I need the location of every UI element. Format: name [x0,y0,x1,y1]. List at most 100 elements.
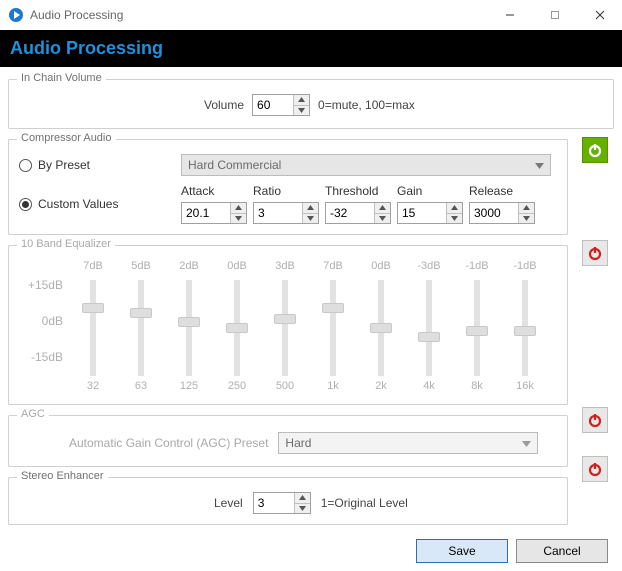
eq-slider-thumb[interactable] [418,332,440,342]
eq-band-4k: -3dB 4k [405,260,453,394]
minimize-button[interactable] [487,0,532,30]
gain-up[interactable] [447,203,462,214]
attack-input[interactable] [181,202,247,224]
group-volume-title: In Chain Volume [17,72,106,84]
eq-slider-thumb[interactable] [178,317,200,327]
gain-input[interactable] [397,202,463,224]
eq-band-freq: 8k [471,380,483,394]
eq-slider[interactable] [330,280,336,376]
ratio-input[interactable] [253,202,319,224]
window-title: Audio Processing [30,8,487,22]
eq-slider[interactable] [90,280,96,376]
radio-by-preset-label: By Preset [38,158,90,172]
enhancer-input[interactable] [253,492,311,514]
eq-band-db: 0dB [371,260,391,276]
eq-band-db: 2dB [179,260,199,276]
eq-band-1k: 7dB 1k [309,260,357,394]
enhancer-up[interactable] [295,493,310,504]
eq-bands: 7dB325dB632dB1250dB2503dB5007dB1k0dB2k-3… [69,260,549,394]
eq-band-db: 5dB [131,260,151,276]
gain-down[interactable] [447,214,462,224]
preset-dropdown[interactable]: Hard Commercial [181,154,551,176]
threshold-up[interactable] [375,203,390,214]
compressor-power-toggle[interactable] [582,137,608,163]
eq-slider[interactable] [378,280,384,376]
threshold-down[interactable] [375,214,390,224]
eq-slider[interactable] [522,280,528,376]
enhancer-power-toggle[interactable] [582,456,608,482]
page-title: Audio Processing [0,30,622,67]
titlebar: Audio Processing [0,0,622,30]
agc-preset-value: Hard [285,436,311,450]
eq-slider-thumb[interactable] [370,323,392,333]
eq-slider[interactable] [186,280,192,376]
save-button[interactable]: Save [416,539,508,563]
agc-power-toggle[interactable] [582,407,608,433]
eq-band-freq: 63 [135,380,147,394]
volume-input[interactable] [252,94,310,116]
maximize-button[interactable] [532,0,577,30]
eq-y-labels: +15dB 0dB -15dB [19,260,69,380]
eq-band-db: -3dB [417,260,440,276]
release-down[interactable] [519,214,534,224]
eq-band-500: 3dB500 [261,260,309,394]
group-compressor-title: Compressor Audio [17,132,116,144]
eq-slider[interactable] [426,280,432,376]
eq-slider[interactable] [282,280,288,376]
eq-slider-thumb[interactable] [226,323,248,333]
attack-up[interactable] [231,203,246,214]
cancel-button[interactable]: Cancel [516,539,608,563]
volume-label: Volume [204,98,244,112]
release-label: Release [469,184,535,198]
radio-by-preset-indicator [19,159,32,172]
eq-band-freq: 1k [327,380,339,394]
eq-band-freq: 2k [375,380,387,394]
eq-band-63: 5dB 63 [117,260,165,394]
radio-custom-values[interactable]: Custom Values [19,197,169,211]
ratio-up[interactable] [303,203,318,214]
eq-band-db: 7dB [323,260,343,276]
eq-slider[interactable] [138,280,144,376]
eq-band-8k: -1dB8k [453,260,501,394]
eq-band-2k: 0dB 2k [357,260,405,394]
eq-band-32: 7dB32 [69,260,117,394]
eq-band-freq: 32 [87,380,99,394]
group-eq-title: 10 Band Equalizer [17,238,115,250]
eq-slider-thumb[interactable] [274,314,296,324]
chevron-down-icon [522,436,531,450]
agc-preset-dropdown[interactable]: Hard [278,432,538,454]
radio-custom-values-indicator [19,198,32,211]
eq-slider-thumb[interactable] [82,303,104,313]
group-enhancer-title: Stereo Enhancer [17,470,108,482]
footer: Save Cancel [8,535,614,569]
group-eq: 10 Band Equalizer +15dB 0dB -15dB 7dB325… [8,245,568,405]
volume-value[interactable] [253,95,293,115]
ratio-down[interactable] [303,214,318,224]
eq-band-250: 0dB250 [213,260,261,394]
eq-slider-thumb[interactable] [130,308,152,318]
threshold-input[interactable] [325,202,391,224]
volume-spin-up[interactable] [294,95,309,106]
attack-down[interactable] [231,214,246,224]
eq-slider-thumb[interactable] [322,303,344,313]
radio-custom-values-label: Custom Values [38,197,118,211]
chevron-down-icon [535,158,544,172]
eq-band-16k: -1dB16k [501,260,549,394]
eq-band-freq: 4k [423,380,435,394]
release-input[interactable] [469,202,535,224]
enhancer-label: Level [214,496,243,510]
eq-power-toggle[interactable] [582,240,608,266]
eq-slider-thumb[interactable] [514,326,536,336]
group-agc: AGC Automatic Gain Control (AGC) Preset … [8,415,568,467]
enhancer-down[interactable] [295,504,310,514]
attack-label: Attack [181,184,247,198]
eq-slider[interactable] [234,280,240,376]
eq-slider[interactable] [474,280,480,376]
volume-spin-down[interactable] [294,106,309,116]
radio-by-preset[interactable]: By Preset [19,158,169,172]
eq-slider-thumb[interactable] [466,326,488,336]
enhancer-value[interactable] [254,493,294,513]
close-button[interactable] [577,0,622,30]
release-up[interactable] [519,203,534,214]
titlebar-controls [487,0,622,30]
